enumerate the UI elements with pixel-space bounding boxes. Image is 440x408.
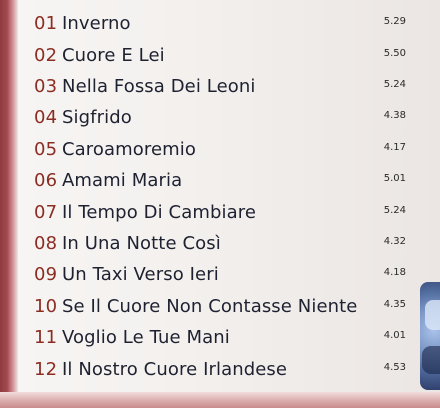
track-title: In Una Notte Così xyxy=(62,233,221,254)
tracklist: 01 Inverno 5.29 02 Cuore E Lei 5.50 03 N… xyxy=(0,0,440,408)
track-title: Il Nostro Cuore Irlandese xyxy=(62,359,288,380)
track-row-06: 06 Amami Maria 5.01 xyxy=(34,167,406,195)
track-duration: 4.32 xyxy=(383,236,406,247)
track-duration: 4.01 xyxy=(383,330,406,341)
track-title: Un Taxi Verso Ieri xyxy=(62,264,219,285)
track-duration: 4.53 xyxy=(383,362,406,373)
track-number: 03 xyxy=(34,76,58,97)
track-title: Il Tempo Di Cambiare xyxy=(62,202,256,223)
track-number: 11 xyxy=(34,327,58,348)
track-duration: 5.24 xyxy=(383,205,406,216)
track-row-03: 03 Nella Fossa Dei Leoni 5.24 xyxy=(34,73,406,101)
track-number: 04 xyxy=(34,107,58,128)
track-duration: 5.01 xyxy=(383,173,406,184)
track-number: 08 xyxy=(34,233,58,254)
track-row-08: 08 In Una Notte Così 4.32 xyxy=(34,230,406,258)
track-row-07: 07 Il Tempo Di Cambiare 5.24 xyxy=(34,199,406,227)
track-title: Caroamoremio xyxy=(62,139,197,160)
track-row-05: 05 Caroamoremio 4.17 xyxy=(34,136,406,164)
track-title: Amami Maria xyxy=(62,170,183,191)
track-row-01: 01 Inverno 5.29 xyxy=(34,10,406,38)
track-row-11: 11 Voglio Le Tue Mani 4.01 xyxy=(34,324,406,352)
track-duration: 4.18 xyxy=(383,267,406,278)
track-row-09: 09 Un Taxi Verso Ieri 4.18 xyxy=(34,261,406,289)
track-number: 12 xyxy=(34,359,58,380)
track-duration: 4.35 xyxy=(383,299,406,310)
track-number: 07 xyxy=(34,202,58,223)
track-number: 02 xyxy=(34,45,58,66)
track-number: 09 xyxy=(34,264,58,285)
track-title: Sigfrido xyxy=(62,107,132,128)
track-title: Voglio Le Tue Mani xyxy=(62,327,230,348)
track-row-02: 02 Cuore E Lei 5.50 xyxy=(34,42,406,70)
track-row-10: 10 Se Il Cuore Non Contasse Niente 4.35 xyxy=(34,293,406,321)
track-title: Inverno xyxy=(62,13,131,34)
track-duration: 5.24 xyxy=(383,79,406,90)
track-number: 01 xyxy=(34,13,58,34)
track-row-12: 12 Il Nostro Cuore Irlandese 4.53 xyxy=(34,356,406,384)
track-title: Cuore E Lei xyxy=(62,45,165,66)
track-title: Nella Fossa Dei Leoni xyxy=(62,76,256,97)
track-number: 06 xyxy=(34,170,58,191)
track-duration: 5.50 xyxy=(383,48,406,59)
track-number: 10 xyxy=(34,296,58,317)
track-duration: 4.17 xyxy=(383,142,406,153)
track-number: 05 xyxy=(34,139,58,160)
track-title: Se Il Cuore Non Contasse Niente xyxy=(62,296,358,317)
track-row-04: 04 Sigfrido 4.38 xyxy=(34,104,406,132)
track-duration: 5.29 xyxy=(383,16,406,27)
track-duration: 4.38 xyxy=(383,110,406,121)
